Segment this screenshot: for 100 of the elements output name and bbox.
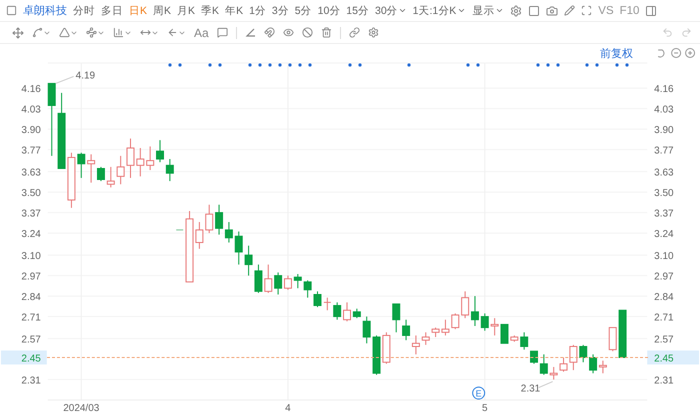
zoom-out-icon[interactable] xyxy=(671,48,682,58)
comment-icon[interactable] xyxy=(216,27,228,38)
arrow-icon[interactable] xyxy=(167,27,186,38)
axis-label: 4.16 xyxy=(654,84,674,96)
period-tab[interactable]: 分时 xyxy=(73,4,95,18)
expand-icon[interactable] xyxy=(581,5,592,16)
pencil-icon[interactable] xyxy=(564,5,576,16)
candle-body xyxy=(530,350,538,363)
candle-wick xyxy=(278,272,279,295)
period-tab[interactable]: 15分 xyxy=(346,4,369,18)
settings-icon[interactable] xyxy=(368,27,379,38)
period-tab[interactable]: 月K xyxy=(177,4,196,18)
square-icon[interactable] xyxy=(6,5,17,16)
candle-body xyxy=(392,303,400,320)
period-tab[interactable]: 1分 xyxy=(249,4,266,18)
axis-label: 2.31 xyxy=(654,376,674,387)
line-tool-icon[interactable] xyxy=(32,27,51,38)
current-price-tag xyxy=(0,350,47,364)
cycle-dropdown[interactable]: 1天:1分K xyxy=(412,4,466,18)
angle-icon[interactable] xyxy=(244,27,256,38)
period-tab[interactable]: 30分 xyxy=(374,4,407,18)
candle-body xyxy=(480,316,489,328)
candle-body xyxy=(333,305,342,318)
candle-body xyxy=(540,363,548,374)
candle-wick xyxy=(169,158,170,182)
candle-wick xyxy=(120,155,122,185)
period-tab[interactable]: 季K xyxy=(201,4,220,18)
candle-body xyxy=(490,324,499,326)
candle-body xyxy=(254,270,262,292)
candle-body xyxy=(500,324,508,344)
period-tab[interactable]: 多日 xyxy=(101,4,123,18)
candle-body xyxy=(352,311,361,318)
chart-icon[interactable] xyxy=(113,27,132,38)
reset-icon[interactable] xyxy=(658,49,664,58)
triangle-icon[interactable] xyxy=(59,27,78,38)
axis-label: 2.57 xyxy=(654,334,674,346)
candle-wick xyxy=(524,332,525,350)
delete-icon[interactable] xyxy=(320,27,332,38)
period-tab[interactable]: 周K xyxy=(153,4,172,18)
candle-wick xyxy=(494,318,496,336)
date-label: 4 xyxy=(285,403,291,414)
axis-label: 2.57 xyxy=(21,334,41,346)
axis-label: 2.97 xyxy=(21,272,41,283)
candle-wick xyxy=(248,245,250,276)
candle-wick xyxy=(110,166,112,188)
move-icon[interactable] xyxy=(12,26,24,38)
zoom-in-icon[interactable] xyxy=(685,48,696,58)
axis-label: 4.03 xyxy=(654,104,674,116)
square-icon[interactable] xyxy=(528,4,540,16)
leader-line xyxy=(538,381,554,388)
date-label: 5 xyxy=(482,403,488,414)
low-price-label: 2.31 xyxy=(520,384,540,395)
candle-wick xyxy=(444,319,446,336)
axis-label: 2.71 xyxy=(21,312,41,324)
display-dropdown[interactable]: 显示 xyxy=(472,4,504,18)
candle-body xyxy=(87,160,96,164)
candle-wick xyxy=(415,334,416,355)
date-label: 2024/03 xyxy=(63,403,100,414)
event-badge[interactable]: E xyxy=(472,386,486,400)
caret-icon xyxy=(457,6,466,15)
axis-label: 4.16 xyxy=(21,84,41,96)
axis-label: 3.77 xyxy=(654,146,674,157)
current-price-tag xyxy=(647,350,700,364)
period-tab[interactable]: 10分 xyxy=(318,4,340,18)
candle-wick xyxy=(346,302,348,322)
candle-body xyxy=(372,336,381,374)
candle-body xyxy=(58,112,66,169)
axis-label: 4.03 xyxy=(21,104,41,116)
camera-icon[interactable] xyxy=(546,4,558,16)
axis-label: 2.31 xyxy=(21,376,41,387)
hide-icon[interactable] xyxy=(302,27,313,38)
link-icon[interactable] xyxy=(348,27,360,38)
measure-icon[interactable] xyxy=(140,27,159,38)
magnet-icon[interactable] xyxy=(264,27,275,38)
candle-body xyxy=(402,326,410,336)
waypoints-icon[interactable] xyxy=(86,27,105,38)
current-price-label: 2.45 xyxy=(21,354,41,364)
candle-body xyxy=(244,254,253,266)
eye-icon[interactable] xyxy=(282,27,294,38)
axis-label: 3.90 xyxy=(21,125,41,136)
text-tool[interactable]: Aa xyxy=(194,26,209,40)
candle-body xyxy=(77,154,86,164)
axis-label: 3.50 xyxy=(21,188,41,200)
period-tab[interactable]: 3分 xyxy=(272,4,289,18)
axis-label: 2.84 xyxy=(654,292,674,304)
candle-body xyxy=(96,168,105,180)
candle-body xyxy=(106,180,115,185)
panel-icon[interactable] xyxy=(645,4,658,16)
period-tab[interactable]: 年K xyxy=(225,4,244,18)
candle-wick xyxy=(602,360,604,374)
current-price-label: 2.45 xyxy=(654,354,674,364)
candle-wick xyxy=(592,354,594,374)
period-tab[interactable]: 5分 xyxy=(294,4,312,18)
candle-wick xyxy=(130,138,131,178)
candle-wick xyxy=(356,308,358,319)
adjust-mode-button[interactable]: 前复权 xyxy=(600,48,633,60)
caret-icon xyxy=(398,6,407,15)
candle-wick xyxy=(572,344,574,371)
settings-icon[interactable] xyxy=(510,4,522,16)
axis-label: 2.71 xyxy=(654,312,674,324)
